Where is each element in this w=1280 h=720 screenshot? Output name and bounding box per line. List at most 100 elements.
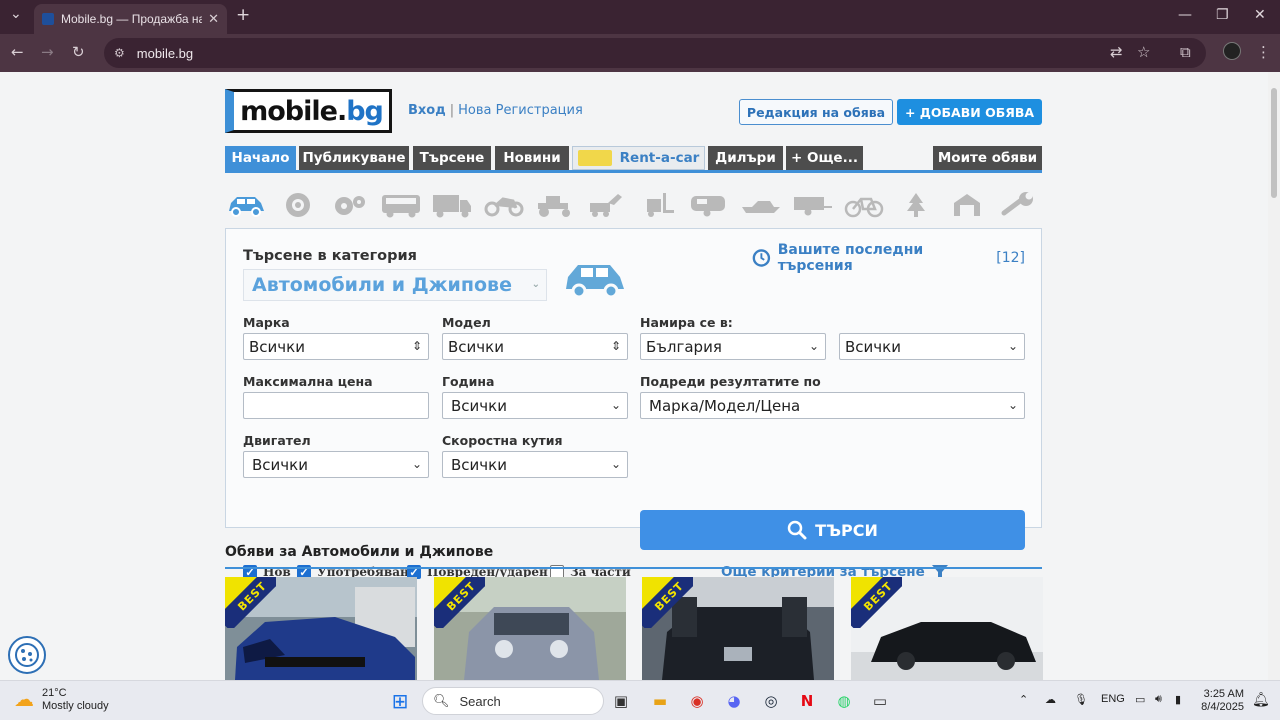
search-icon: 🔍︎: [433, 693, 450, 708]
location-select-value: България: [646, 337, 722, 356]
listing-card[interactable]: BEST: [642, 577, 834, 680]
chevron-down-icon: ⌄: [1007, 398, 1018, 412]
car-category-icon[interactable]: [225, 190, 267, 220]
register-link[interactable]: Нова Регистрация: [458, 103, 583, 118]
task-view-icon[interactable]: ▣: [609, 689, 633, 713]
chevron-down-icon: ⌄: [610, 457, 621, 471]
forward-icon[interactable]: →: [41, 43, 54, 61]
menu-item-more[interactable]: + Още...: [786, 146, 863, 170]
truck-category-icon[interactable]: [431, 190, 473, 220]
windows-taskbar: ☁ 21°C Mostly cloudy ⊞ 🔍︎ Search ▣ ▬ ◉ ◕ ◎…: [0, 680, 1280, 720]
weather-widget[interactable]: ☁ 21°C Mostly cloudy: [14, 687, 109, 713]
menu-underline: [225, 170, 1042, 173]
maximize-icon[interactable]: ❐: [1216, 7, 1229, 23]
recent-searches-link[interactable]: Вашите последни търсения [12]: [751, 242, 1025, 274]
forklift-category-icon[interactable]: [637, 190, 679, 220]
caravan-category-icon[interactable]: [689, 190, 731, 220]
taskbar-search[interactable]: 🔍︎ Search: [422, 687, 604, 715]
tractor-category-icon[interactable]: [534, 190, 576, 220]
add-listing-button[interactable]: + ДОБАВИ ОБЯВА: [897, 99, 1042, 125]
engine-select[interactable]: Всички ⌄: [243, 451, 429, 478]
scrollbar-thumb[interactable]: [1271, 88, 1277, 198]
trailer-category-icon[interactable]: [792, 190, 834, 220]
best-badge: BEST: [851, 577, 902, 628]
minimize-icon[interactable]: —: [1178, 7, 1192, 23]
reload-icon[interactable]: ↻: [72, 43, 85, 61]
new-tab-button[interactable]: +: [236, 5, 250, 25]
model-label: Модел: [442, 315, 491, 330]
region-select[interactable]: Всички ⌄: [839, 333, 1025, 360]
sort-select-value: Марка/Модел/Цена: [649, 396, 801, 415]
whatsapp-icon[interactable]: ◍: [832, 689, 856, 713]
listing-card[interactable]: BEST: [225, 577, 417, 680]
translate-icon[interactable]: ⇄: [1110, 43, 1123, 61]
brand-select[interactable]: Всички ⇕: [243, 333, 429, 360]
logo-accent-text: bg: [346, 95, 384, 127]
edit-listing-button[interactable]: Редакция на обява: [739, 99, 893, 125]
menu-item-home[interactable]: Начало: [225, 146, 296, 170]
volume-icon[interactable]: 🔊︎: [1155, 693, 1162, 706]
site-info-icon[interactable]: ⚙: [114, 46, 125, 60]
menu-item-dealers[interactable]: Дилъри: [708, 146, 783, 170]
category-select[interactable]: Автомобили и Джипове ⌄: [243, 269, 547, 301]
max-price-input[interactable]: [243, 392, 429, 419]
microphone-icon[interactable]: 🎙︎: [1074, 693, 1088, 706]
boat-category-icon[interactable]: [740, 190, 782, 220]
notification-bell-icon[interactable]: 🔔︎: [1252, 691, 1270, 708]
search-button[interactable]: ТЪРСИ: [640, 510, 1025, 550]
bus-category-icon[interactable]: [380, 190, 422, 220]
sort-select[interactable]: Марка/Модел/Цена ⌄: [640, 392, 1025, 419]
steam-icon[interactable]: ◎: [759, 689, 783, 713]
listing-card[interactable]: BEST: [434, 577, 626, 680]
model-select[interactable]: Всички ⇕: [442, 333, 628, 360]
window-close-icon[interactable]: ✕: [1254, 7, 1266, 23]
search-button-label: ТЪРСИ: [815, 520, 878, 540]
tire-category-icon[interactable]: [277, 190, 319, 220]
battery-icon[interactable]: ▮: [1175, 693, 1181, 706]
cloud-sync-icon[interactable]: ☁: [1045, 693, 1056, 706]
cookie-settings-icon[interactable]: [8, 636, 46, 674]
listing-card[interactable]: BEST: [851, 577, 1043, 680]
discord-icon[interactable]: ◕: [722, 689, 746, 713]
tab-close-icon[interactable]: ✕: [208, 12, 219, 27]
bicycle-category-icon[interactable]: [843, 190, 885, 220]
category-car-icon: [566, 265, 624, 299]
air-category-icon[interactable]: [895, 190, 937, 220]
tray-chevron-icon[interactable]: ⌃: [1019, 693, 1028, 706]
extensions-icon[interactable]: ⧉: [1180, 43, 1191, 61]
menu-item-rent-a-car[interactable]: Rent-a-car: [572, 146, 705, 170]
taskbar-clock[interactable]: 3:25 AM 8/4/2025: [1192, 688, 1244, 714]
parts-category-icon[interactable]: [328, 190, 370, 220]
chevron-down-icon: ⌄: [531, 279, 540, 290]
windows-start-icon[interactable]: ⊞: [388, 689, 412, 713]
construction-category-icon[interactable]: [586, 190, 628, 220]
file-explorer-icon[interactable]: ▬: [648, 689, 672, 713]
accessories-category-icon[interactable]: [946, 190, 988, 220]
browser-tab[interactable]: Mobile.bg — Продажба на но ✕: [34, 4, 227, 34]
profile-avatar[interactable]: [1223, 42, 1241, 60]
year-select[interactable]: Всички ⌄: [442, 392, 628, 419]
menu-item-news[interactable]: Новини: [495, 146, 569, 170]
location-select[interactable]: България ⌄: [640, 333, 826, 360]
best-badge: BEST: [642, 577, 693, 628]
url-bar[interactable]: ⚙ mobile.bg: [104, 38, 1206, 68]
browser-menu-icon[interactable]: ⋮: [1256, 43, 1271, 61]
chrome-icon[interactable]: ◉: [685, 689, 709, 713]
menu-item-publish[interactable]: Публикуване: [299, 146, 409, 170]
display-icon[interactable]: ▭: [1135, 693, 1145, 706]
language-indicator[interactable]: ENG: [1101, 693, 1125, 705]
menu-item-search[interactable]: Търсене: [413, 146, 491, 170]
back-icon[interactable]: ←: [11, 43, 24, 61]
menu-item-my-listings[interactable]: Моите обяви: [933, 146, 1042, 170]
gearbox-select[interactable]: Всички ⌄: [442, 451, 628, 478]
netflix-icon[interactable]: N: [795, 689, 819, 713]
site-logo[interactable]: mobile. bg: [225, 89, 392, 133]
motorcycle-category-icon[interactable]: [483, 190, 525, 220]
bookmark-star-icon[interactable]: ☆: [1137, 43, 1150, 61]
services-category-icon[interactable]: [998, 190, 1040, 220]
listings-underline: [225, 567, 1042, 569]
app-icon[interactable]: ▭: [868, 689, 892, 713]
page-scrollbar[interactable]: [1268, 72, 1280, 680]
login-link[interactable]: Вход: [408, 103, 446, 118]
tab-list-chevron-icon[interactable]: ⌄: [10, 6, 22, 22]
